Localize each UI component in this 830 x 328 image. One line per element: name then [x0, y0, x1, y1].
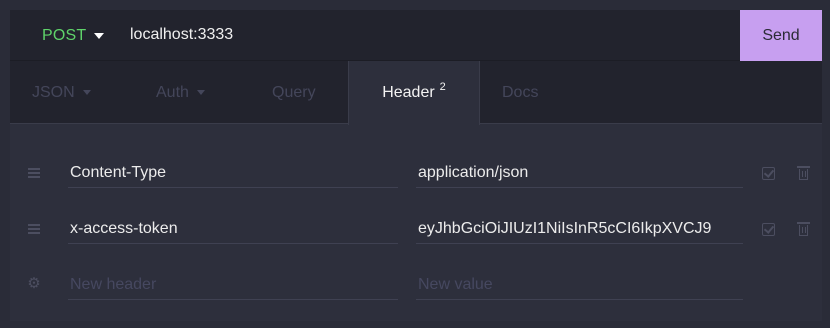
url-bar: POST Send [10, 10, 822, 61]
tab-badge: 2 [439, 81, 446, 93]
method-label: POST [42, 26, 87, 44]
caret-down-icon [94, 33, 105, 39]
tab-label: JSON [32, 83, 75, 101]
new-header-row: ⚙ New header New value [10, 258, 822, 314]
tab-label: Docs [502, 83, 539, 101]
checkbox-icon[interactable] [762, 223, 775, 236]
header-name-field[interactable]: Content-Type [68, 158, 398, 188]
tab-label: Header [382, 84, 435, 101]
caret-down-icon [196, 90, 205, 95]
gear-icon: ⚙ [27, 275, 41, 292]
tab-label: Query [272, 83, 316, 101]
trash-icon[interactable] [797, 222, 810, 236]
tab-json[interactable]: JSON [32, 61, 91, 124]
tab-docs[interactable]: Docs [502, 61, 538, 124]
method-selector[interactable]: POST [42, 10, 105, 61]
url-input[interactable] [130, 22, 630, 48]
tab-auth[interactable]: Auth [156, 61, 205, 124]
request-tabs: JSON Auth Query Header 2 Docs [10, 61, 822, 125]
header-row: Content-Type application/json [10, 146, 822, 202]
tab-label: Auth [156, 83, 189, 101]
request-pane: POST Send JSON Auth Query Header 2 Docs … [10, 10, 822, 321]
caret-down-icon [82, 90, 91, 95]
trash-icon[interactable] [797, 166, 810, 180]
drag-handle-icon[interactable] [28, 168, 40, 178]
drag-handle-icon[interactable] [28, 224, 40, 234]
checkbox-icon[interactable] [762, 167, 775, 180]
tab-header[interactable]: Header 2 [348, 61, 480, 125]
header-row: x-access-token eyJhbGciOiJIUzI1NiIsInR5c… [10, 202, 822, 258]
header-value-field[interactable]: eyJhbGciOiJIUzI1NiIsInR5cCI6IkpXVCJ9 [416, 214, 743, 244]
new-header-name-input[interactable]: New header [68, 270, 398, 300]
new-header-value-input[interactable]: New value [416, 270, 743, 300]
header-name-field[interactable]: x-access-token [68, 214, 398, 244]
send-button[interactable]: Send [740, 10, 822, 61]
header-value-field[interactable]: application/json [416, 158, 743, 188]
tab-query[interactable]: Query [272, 61, 316, 124]
